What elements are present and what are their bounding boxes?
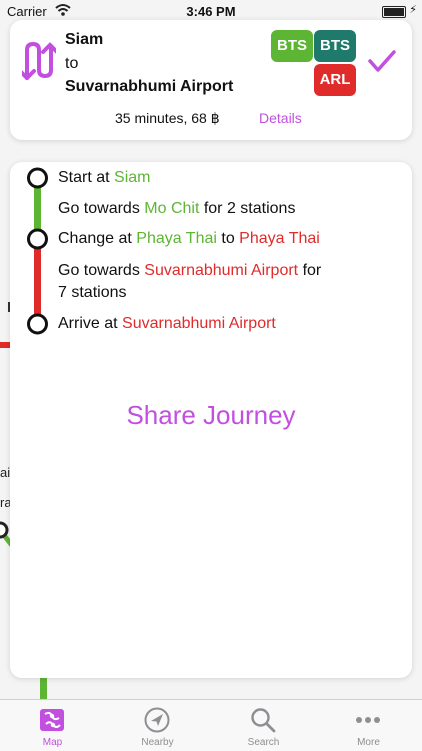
tab-search[interactable]: Search [211,700,316,751]
map-station-label: ai [0,465,11,480]
line-badge-bts: BTS [271,30,313,62]
step-change: Change at Phaya Thai to Phaya Thai [58,230,320,247]
line-badge-arl: ARL [314,64,356,96]
destination-station: Suvarnabhumi Airport [65,78,234,95]
tab-nearby[interactable]: Nearby [105,700,210,751]
map-icon [40,709,64,731]
origin-station: Siam [65,31,104,48]
tab-label: Search [247,737,280,748]
charging-bolt-icon: ⚡ [409,4,417,16]
location-arrow-icon [144,707,170,733]
status-time: 3:46 PM [186,4,236,19]
tab-label: More [357,737,380,748]
duration-fare: 35 minutes, 68 ฿ [115,110,220,126]
tab-bar: Map Nearby Search More [0,699,422,751]
swap-route-icon[interactable] [22,42,56,80]
step-go-towards: Go towards Suvarnabhumi Airport for 7 sta… [58,262,322,301]
step-go-towards: Go towards Mo Chit for 2 stations [58,200,296,217]
details-link[interactable]: Details [259,110,302,126]
to-label: to [65,55,79,72]
tab-label: Map [42,737,63,748]
station-node [27,167,48,189]
share-journey-button[interactable]: Share Journey [10,400,412,431]
tab-label: Nearby [141,737,174,748]
status-bar: Carrier 3:46 PM ⚡ [0,0,422,22]
step-start: Start at Siam [58,169,151,186]
station-node [27,228,48,250]
tab-more[interactable]: More [316,700,421,751]
line-badge-bts: BTS [314,30,356,62]
red-line-segment [34,239,41,324]
route-timeline [27,167,48,335]
station-node [27,313,48,335]
tab-map[interactable]: Map [0,700,105,751]
battery-icon [382,6,406,18]
step-arrive: Arrive at Suvarnabhumi Airport [58,315,276,332]
ellipsis-icon [356,717,380,723]
journey-steps-card: Start at Siam Go towards Mo Chit for 2 s… [10,162,412,678]
magnifier-icon [251,708,276,733]
journey-summary-card[interactable]: Siam to Suvarnabhumi Airport BTS BTS ARL… [10,20,412,140]
checkmark-icon[interactable] [367,48,397,74]
